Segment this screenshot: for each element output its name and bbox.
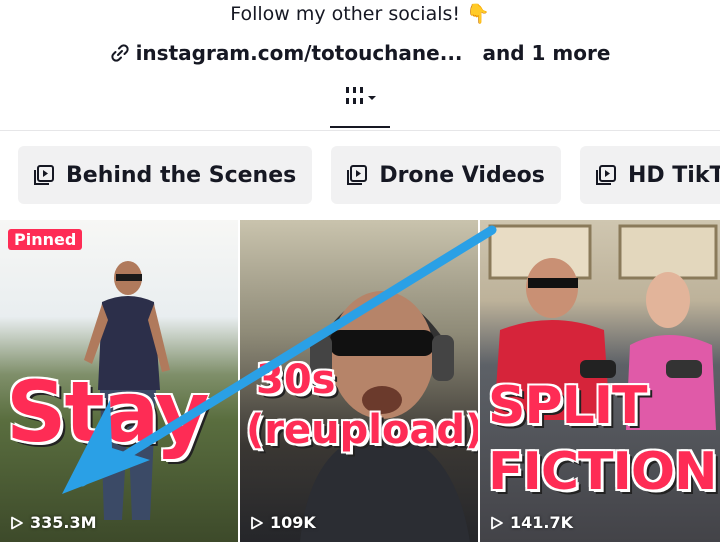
playlist-icon	[34, 165, 54, 185]
tab-videos-grid[interactable]	[330, 80, 390, 128]
view-count: 141.7K	[490, 513, 573, 532]
playlist-label: Behind the Scenes	[66, 162, 297, 188]
bio-text: Follow my other socials!	[230, 3, 461, 25]
playlist-chip-drone-videos[interactable]: Drone Videos	[331, 146, 561, 204]
playlist-icon	[595, 165, 616, 185]
video-overlay-text: (reupload)	[246, 407, 478, 453]
play-icon	[251, 516, 263, 529]
playlist-icon	[347, 165, 368, 185]
video-thumbnail-3[interactable]: SPLIT FICTION 141.7K	[480, 220, 720, 542]
profile-tab-bar	[0, 80, 720, 131]
view-count-text: 141.7K	[510, 513, 574, 532]
profile-bio: Follow my other socials! 👇	[0, 2, 720, 26]
video-thumbnail-1[interactable]: Pinned Stay 335.3M	[0, 220, 238, 542]
view-count-text: 335.3M	[30, 513, 97, 532]
caret-down-icon	[368, 96, 376, 100]
video-grid: Pinned Stay 335.3M 30s (reupload) 109K S…	[0, 220, 720, 542]
video-overlay-text: SPLIT	[488, 376, 648, 436]
playlist-label: Drone Videos	[379, 162, 545, 188]
video-overlay-text: FICTION	[488, 442, 718, 502]
video-overlay-text: Stay	[6, 363, 210, 461]
view-count-text: 109K	[270, 513, 316, 532]
view-count: 109K	[250, 513, 316, 532]
link-text[interactable]: instagram.com/totouchane...	[136, 41, 463, 65]
video-overlay-text: 30s	[256, 357, 336, 403]
play-icon	[491, 516, 503, 529]
more-links-text[interactable]: and 1 more	[483, 41, 611, 65]
grid-icon	[346, 87, 376, 104]
view-count: 335.3M	[10, 513, 97, 532]
playlist-chip-hd-tiktok[interactable]: HD TikTok	[579, 146, 720, 204]
playlist-label: HD TikTok	[627, 162, 720, 188]
link-icon	[110, 43, 130, 69]
playlist-chips: Behind the Scenes Drone Videos HD TikTok	[18, 146, 720, 204]
video-thumbnail-2[interactable]: 30s (reupload) 109K	[240, 220, 478, 542]
play-icon	[11, 516, 23, 529]
pointing-down-emoji: 👇	[466, 3, 490, 25]
playlist-chip-behind-the-scenes[interactable]: Behind the Scenes	[18, 146, 313, 204]
profile-link[interactable]: instagram.com/totouchane... and 1 more	[0, 40, 720, 69]
pinned-badge: Pinned	[8, 229, 83, 250]
